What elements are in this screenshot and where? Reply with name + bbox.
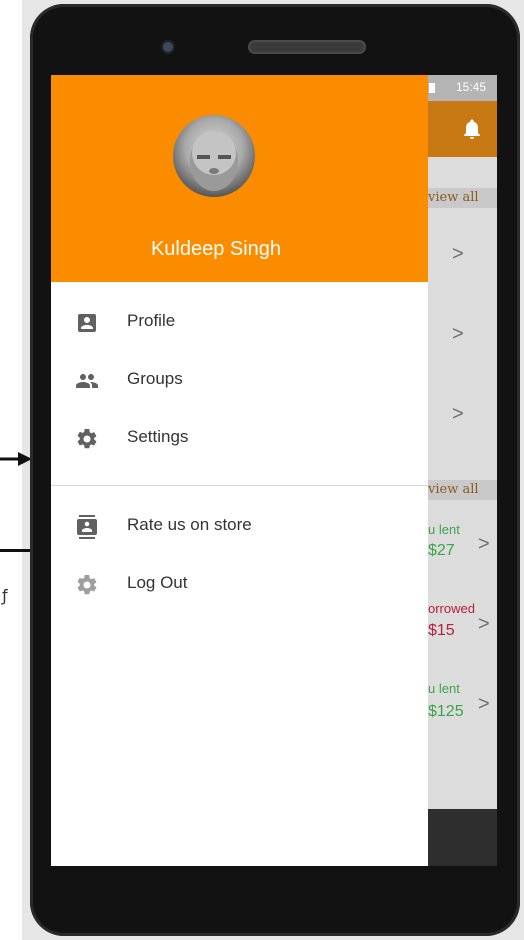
entry-label: u lent xyxy=(428,522,460,537)
menu-item-profile[interactable]: Profile xyxy=(51,299,428,347)
phone-screen: 15:45 view all > > > view all u lent $27… xyxy=(51,75,497,866)
menu-label: Log Out xyxy=(127,573,188,592)
bottom-bar xyxy=(428,809,497,866)
entry-amount: $15 xyxy=(428,622,455,639)
chevron-right-icon[interactable]: > xyxy=(478,533,490,556)
chevron-right-icon[interactable]: > xyxy=(478,613,490,636)
battery-icon xyxy=(429,83,435,93)
chevron-right-icon[interactable]: > xyxy=(452,243,464,266)
settings-icon xyxy=(77,574,97,595)
menu-item-rate-us[interactable]: Rate us on store xyxy=(51,503,428,551)
background-app: 15:45 view all > > > view all u lent $27… xyxy=(428,75,497,866)
chevron-right-icon[interactable]: > xyxy=(478,693,490,716)
chevron-right-icon[interactable]: > xyxy=(452,323,464,346)
annotation-arrow xyxy=(0,452,32,466)
status-time: 15:45 xyxy=(456,80,487,94)
menu-item-groups[interactable]: Groups xyxy=(51,357,428,405)
entry-amount: $27 xyxy=(428,542,455,559)
menu-divider xyxy=(51,485,428,486)
account-box-icon xyxy=(78,314,96,332)
annotation-mark: ƒ xyxy=(2,586,8,605)
avatar[interactable] xyxy=(173,115,255,197)
menu-item-log-out[interactable]: Log Out xyxy=(51,561,428,609)
menu-label: Rate us on store xyxy=(127,515,252,534)
menu-label: Groups xyxy=(127,369,183,388)
avatar-face-icon xyxy=(190,131,238,191)
menu-label: Settings xyxy=(127,427,189,446)
entry-amount: $125 xyxy=(428,703,464,720)
navigation-drawer: Kuldeep Singh Profile Groups Settings Ra… xyxy=(51,75,428,866)
camera-icon xyxy=(163,42,173,52)
view-all-link[interactable]: view all xyxy=(428,188,497,208)
user-name: Kuldeep Singh xyxy=(150,238,282,260)
entry-label: orrowed xyxy=(428,601,475,616)
view-all-link[interactable]: view all xyxy=(428,480,497,500)
settings-icon xyxy=(77,428,97,449)
drawer-header: Kuldeep Singh xyxy=(51,75,428,282)
speaker-grille xyxy=(248,40,366,54)
annotation-line xyxy=(0,549,30,552)
group-icon xyxy=(76,374,98,388)
notification-bell-icon[interactable] xyxy=(460,117,484,141)
contact-card-icon xyxy=(77,515,97,539)
status-bar: 15:45 xyxy=(428,75,497,101)
menu-label: Profile xyxy=(127,311,176,330)
menu-item-settings[interactable]: Settings xyxy=(51,415,428,463)
app-bar xyxy=(428,101,497,157)
entry-label: u lent xyxy=(428,681,460,696)
chevron-right-icon[interactable]: > xyxy=(452,403,464,426)
